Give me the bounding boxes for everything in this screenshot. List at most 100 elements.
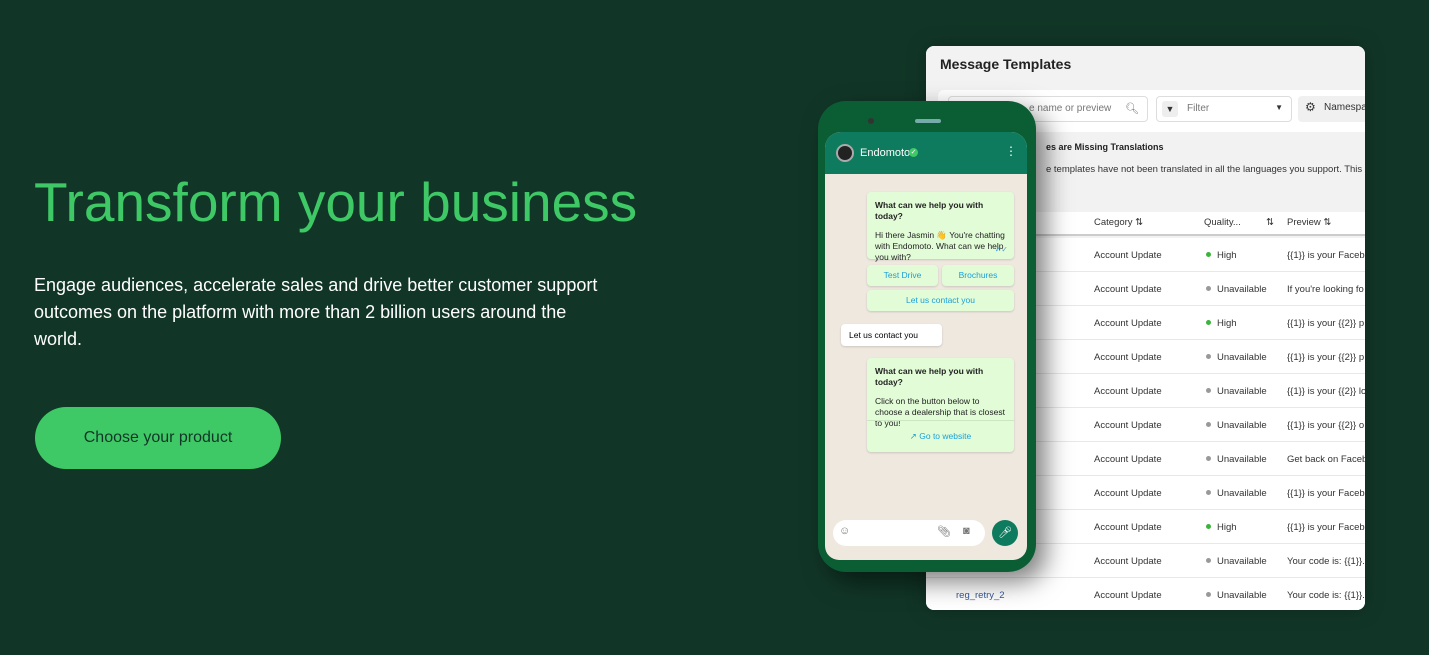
gear-icon: ⚙ xyxy=(1305,100,1316,114)
speaker xyxy=(915,119,941,123)
category-cell: Account Update xyxy=(1094,250,1162,261)
quality-cell: Unavailable xyxy=(1206,284,1267,295)
read-ticks-icon: ✓✓ xyxy=(994,245,1008,254)
category-cell: Account Update xyxy=(1094,488,1162,499)
preview-cell: {{1}} is your {{2}} o xyxy=(1287,420,1365,431)
link-label: Go to website xyxy=(919,431,972,441)
status-dot xyxy=(1206,286,1211,291)
category-cell: Account Update xyxy=(1094,522,1162,533)
preview-cell: Your code is: {{1}}. xyxy=(1287,556,1365,567)
preview-cell: {{1}} is your {{2}} lo xyxy=(1287,386,1365,397)
preview-cell: {{1}} is your Faceb xyxy=(1287,250,1365,261)
category-cell: Account Update xyxy=(1094,556,1162,567)
warning-title: es are Missing Translations xyxy=(1046,142,1164,152)
namespace-button[interactable]: ⚙ Namespace xyxy=(1298,96,1365,122)
quality-cell: High xyxy=(1206,318,1237,329)
choose-product-button[interactable]: Choose your product xyxy=(35,407,281,469)
quality-label: Unavailable xyxy=(1217,488,1267,499)
test-drive-button[interactable]: Test Drive xyxy=(867,265,938,286)
filter-dropdown[interactable]: ▼ Filter ▼ xyxy=(1156,96,1292,122)
quality-cell: High xyxy=(1206,522,1237,533)
phone-mockup: Endomoto ✓ ⋮ What can we help you with t… xyxy=(818,101,1036,572)
message-title: What can we help you with today? xyxy=(875,366,984,387)
camera-icon xyxy=(868,118,874,124)
brochures-button[interactable]: Brochures xyxy=(942,265,1014,286)
namespace-label: Namespace xyxy=(1324,102,1365,113)
chat-screen: Endomoto ✓ ⋮ What can we help you with t… xyxy=(825,132,1027,560)
chevron-down-icon: ▼ xyxy=(1275,103,1283,112)
message-input[interactable]: ☺ 📎︎ ◙ xyxy=(833,520,985,546)
more-menu-icon[interactable]: ⋮ xyxy=(1005,144,1017,158)
preview-cell: {{1}} is your {{2}} p xyxy=(1287,352,1365,363)
column-preview[interactable]: Preview ⇅ xyxy=(1287,217,1331,228)
quality-label: Unavailable xyxy=(1217,284,1267,295)
quality-label: Unavailable xyxy=(1217,420,1267,431)
status-dot xyxy=(1206,558,1211,563)
quality-cell: Unavailable xyxy=(1206,386,1267,397)
search-placeholder: e name or preview xyxy=(1029,103,1112,114)
contact-us-button[interactable]: Let us contact you xyxy=(867,290,1014,311)
hero-subtitle: Engage audiences, accelerate sales and d… xyxy=(34,275,598,349)
status-dot xyxy=(1206,490,1211,495)
message-title: What can we help you with today? xyxy=(875,200,984,221)
column-quality[interactable]: Quality... xyxy=(1204,217,1241,228)
verified-icon: ✓ xyxy=(909,148,918,157)
quality-label: Unavailable xyxy=(1217,556,1267,567)
warning-text: e templates have not been translated in … xyxy=(1046,164,1365,175)
quality-label: High xyxy=(1217,318,1237,329)
message-body: Hi there Jasmin 👋 You're chatting with E… xyxy=(875,230,1005,262)
camera-icon[interactable]: ◙ xyxy=(963,525,970,537)
quality-label: Unavailable xyxy=(1217,386,1267,397)
emoji-icon[interactable]: ☺ xyxy=(839,525,850,537)
sort-icon[interactable]: ⇅ xyxy=(1266,217,1274,228)
preview-cell: {{1}} is your Faceb xyxy=(1287,488,1365,499)
attach-icon[interactable]: 📎︎ xyxy=(937,525,951,538)
status-dot xyxy=(1206,320,1211,325)
preview-cell: {{1}} is your {{2}} p xyxy=(1287,318,1365,329)
status-dot xyxy=(1206,354,1211,359)
contact-name: Endomoto xyxy=(860,147,911,159)
quality-cell: Unavailable xyxy=(1206,420,1267,431)
preview-cell: Your code is: {{1}}. xyxy=(1287,590,1365,601)
message-bubble: What can we help you with today? Hi ther… xyxy=(867,192,1014,262)
status-dot xyxy=(1206,592,1211,597)
message-bubble: What can we help you with today? Click o… xyxy=(867,358,1014,452)
status-dot xyxy=(1206,252,1211,257)
template-name[interactable]: reg_retry_2 xyxy=(956,590,1005,601)
category-cell: Account Update xyxy=(1094,590,1162,601)
quality-cell: High xyxy=(1206,250,1237,261)
search-icon: 🔍︎ xyxy=(1125,103,1139,115)
category-cell: Account Update xyxy=(1094,386,1162,397)
microphone-button[interactable]: 🎤︎ xyxy=(992,520,1018,546)
status-dot xyxy=(1206,388,1211,393)
preview-cell: {{1}} is your Faceb xyxy=(1287,522,1365,533)
quality-cell: Unavailable xyxy=(1206,488,1267,499)
avatar xyxy=(836,144,854,162)
external-link-icon: ↗ xyxy=(909,431,920,441)
category-cell: Account Update xyxy=(1094,420,1162,431)
quality-label: High xyxy=(1217,250,1237,261)
category-cell: Account Update xyxy=(1094,318,1162,329)
category-cell: Account Update xyxy=(1094,454,1162,465)
status-dot xyxy=(1206,422,1211,427)
category-cell: Account Update xyxy=(1094,284,1162,295)
templates-title: Message Templates xyxy=(940,56,1072,72)
quality-label: High xyxy=(1217,522,1237,533)
quality-cell: Unavailable xyxy=(1206,454,1267,465)
reply-bubble: Let us contact you xyxy=(841,324,942,346)
quality-label: Unavailable xyxy=(1217,454,1267,465)
table-row[interactable]: reg_retry_2 Account Update Unavailable Y… xyxy=(926,578,1365,610)
quality-label: Unavailable xyxy=(1217,590,1267,601)
quality-cell: Unavailable xyxy=(1206,352,1267,363)
column-category[interactable]: Category ⇅ xyxy=(1094,217,1143,228)
hero-title: Transform your business xyxy=(34,171,638,233)
go-to-website-link[interactable]: ↗ Go to website xyxy=(867,420,1014,442)
category-cell: Account Update xyxy=(1094,352,1162,363)
preview-cell: Get back on Faceb xyxy=(1287,454,1365,465)
quality-label: Unavailable xyxy=(1217,352,1267,363)
filter-icon: ▼ xyxy=(1162,101,1178,117)
status-dot xyxy=(1206,524,1211,529)
filter-label: Filter xyxy=(1187,103,1210,114)
chat-header: Endomoto ✓ ⋮ xyxy=(825,132,1027,174)
status-dot xyxy=(1206,456,1211,461)
